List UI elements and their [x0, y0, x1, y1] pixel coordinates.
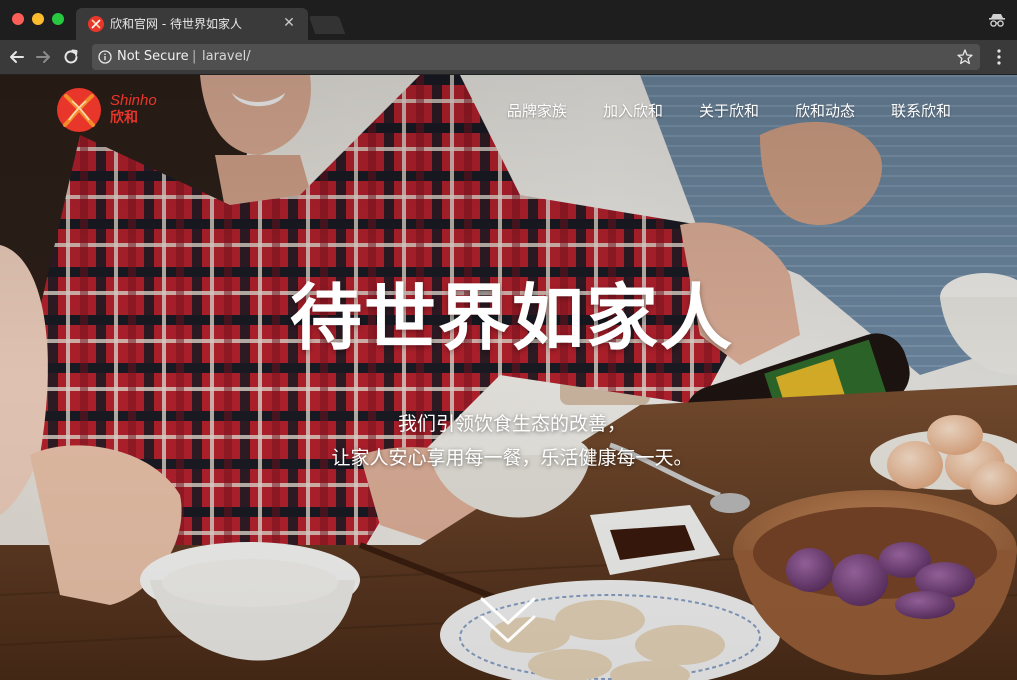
tab-title: 欣和官网 - 待世界如家人: [110, 17, 242, 31]
url-separator: |: [192, 49, 197, 64]
logo-text-cn: 欣和: [110, 110, 138, 126]
url-text[interactable]: laravel/: [202, 49, 251, 65]
incognito-icon: [989, 14, 1005, 27]
nav-brand-family[interactable]: 品牌家族: [507, 100, 567, 122]
active-tab[interactable]: 欣和官网 - 待世界如家人 ✕: [76, 8, 308, 40]
logo-text-en: Shinho: [110, 92, 157, 109]
security-label[interactable]: Not Secure: [117, 49, 189, 65]
menu-kebab-icon[interactable]: [991, 48, 1007, 66]
back-arrow-icon[interactable]: [6, 46, 28, 68]
forward-arrow-icon[interactable]: [32, 46, 54, 68]
nav-join-us[interactable]: 加入欣和: [603, 100, 663, 122]
main-navigation: 品牌家族 加入欣和 关于欣和 欣和动态 联系欣和: [507, 100, 951, 122]
site-logo[interactable]: Shinho 欣和: [56, 87, 166, 133]
hero-subtitle-line-2: 让家人安心享用每一餐，乐活健康每一天。: [331, 447, 693, 469]
hero-subtitle: 我们引领饮食生态的改善， 让家人安心享用每一餐，乐活健康每一天。: [212, 407, 812, 475]
hero-subtitle-line-1: 我们引领饮食生态的改善，: [397, 413, 626, 435]
nav-news[interactable]: 欣和动态: [795, 100, 855, 122]
browser-window: 欣和官网 - 待世界如家人 ✕ Not Secure | laravel/ Sh…: [0, 0, 1017, 680]
reload-icon[interactable]: [60, 46, 82, 68]
web-page: Shinho 欣和 品牌家族 加入欣和 关于欣和 欣和动态 联系欣和 待世界如家…: [0, 75, 1017, 680]
nav-contact[interactable]: 联系欣和: [891, 100, 951, 122]
window-maximize-button[interactable]: [52, 13, 64, 25]
info-icon[interactable]: [98, 50, 112, 64]
bookmark-star-icon[interactable]: [956, 48, 974, 66]
nav-about[interactable]: 关于欣和: [699, 100, 759, 122]
window-close-button[interactable]: [12, 13, 24, 25]
window-minimize-button[interactable]: [32, 13, 44, 25]
browser-toolbar: Not Secure | laravel/: [0, 40, 1017, 75]
favicon-icon: [88, 16, 104, 32]
address-bar[interactable]: Not Secure | laravel/: [92, 44, 980, 70]
shinho-logo-icon: [57, 88, 101, 132]
scroll-down-chevron-icon[interactable]: [478, 593, 538, 649]
hero-title: 待世界如家人: [289, 275, 734, 360]
new-tab-button[interactable]: [308, 16, 346, 34]
tab-strip: 欣和官网 - 待世界如家人 ✕: [0, 0, 1017, 40]
tab-close-icon[interactable]: ✕: [280, 14, 298, 32]
hero-background-image: [0, 75, 1017, 680]
